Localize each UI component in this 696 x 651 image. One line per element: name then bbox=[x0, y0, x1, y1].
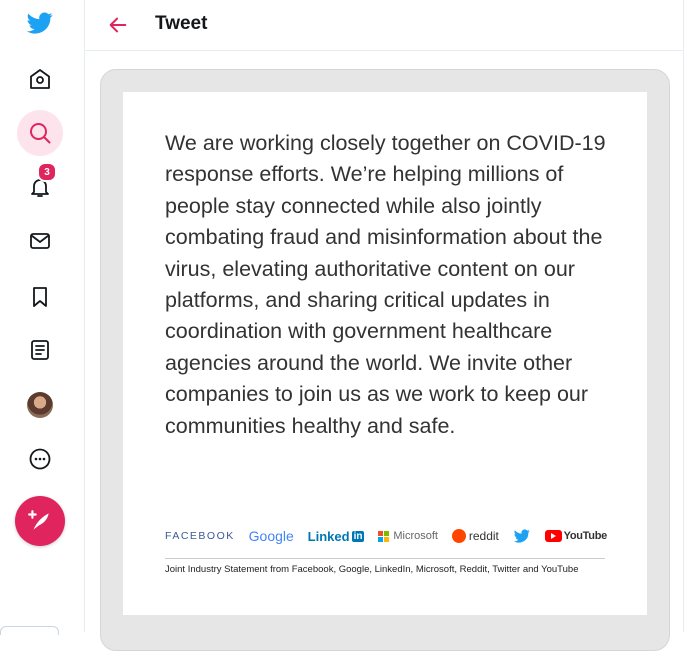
reddit-alien-icon bbox=[451, 529, 466, 543]
logo-row: FACEBOOK Google Linked in Microsoft reddi… bbox=[165, 524, 607, 548]
facebook-logo: FACEBOOK bbox=[165, 530, 235, 542]
tweet-media[interactable]: We are working closely together on COVID… bbox=[100, 69, 670, 651]
search-icon bbox=[30, 123, 51, 144]
linkedin-logo: Linked in bbox=[308, 529, 365, 544]
twitter-bird-icon bbox=[513, 528, 531, 544]
statement-card: We are working closely together on COVID… bbox=[123, 92, 647, 615]
header: Tweet bbox=[85, 0, 683, 51]
nav-bookmarks[interactable] bbox=[17, 274, 63, 320]
nav-messages[interactable] bbox=[17, 218, 63, 264]
account-switcher-edge[interactable] bbox=[0, 626, 59, 635]
nav-profile[interactable] bbox=[17, 382, 63, 428]
compose-tweet-button[interactable] bbox=[15, 496, 65, 546]
main-column: Tweet We are working closely together on… bbox=[85, 0, 684, 651]
youtube-logo: YouTube bbox=[544, 530, 608, 542]
feather-plus-icon bbox=[28, 510, 49, 530]
more-icon bbox=[29, 448, 51, 470]
statement-caption: Joint Industry Statement from Facebook, … bbox=[165, 564, 579, 575]
reddit-logo: reddit bbox=[451, 529, 499, 543]
bookmark-icon bbox=[33, 287, 47, 307]
twitter-logo-icon[interactable] bbox=[26, 10, 54, 36]
reddit-wordmark: reddit bbox=[468, 529, 499, 543]
microsoft-squares-icon bbox=[378, 530, 390, 542]
avatar bbox=[27, 392, 53, 418]
sidebar: 3 bbox=[0, 0, 85, 635]
mail-icon bbox=[30, 233, 50, 249]
notification-badge: 3 bbox=[37, 162, 57, 182]
arrow-left-icon bbox=[109, 17, 127, 33]
nav-home[interactable] bbox=[17, 56, 63, 102]
nav-lists[interactable] bbox=[17, 327, 63, 373]
linkedin-wordmark: Linked bbox=[307, 528, 350, 544]
back-button[interactable] bbox=[103, 10, 133, 40]
youtube-play-icon bbox=[544, 530, 562, 542]
home-icon bbox=[30, 69, 50, 89]
google-logo: Google bbox=[248, 528, 294, 544]
nav-explore[interactable] bbox=[17, 110, 63, 156]
page-title: Tweet bbox=[155, 13, 208, 34]
nav-notifications[interactable]: 3 bbox=[17, 162, 63, 210]
list-icon bbox=[31, 340, 49, 360]
youtube-wordmark: YouTube bbox=[563, 530, 608, 542]
statement-text: We are working closely together on COVID… bbox=[165, 131, 606, 438]
microsoft-wordmark: Microsoft bbox=[393, 530, 438, 542]
linkedin-in-box: in bbox=[351, 530, 365, 542]
nav-more[interactable] bbox=[17, 436, 63, 482]
divider bbox=[165, 558, 605, 559]
microsoft-logo: Microsoft bbox=[378, 530, 438, 542]
